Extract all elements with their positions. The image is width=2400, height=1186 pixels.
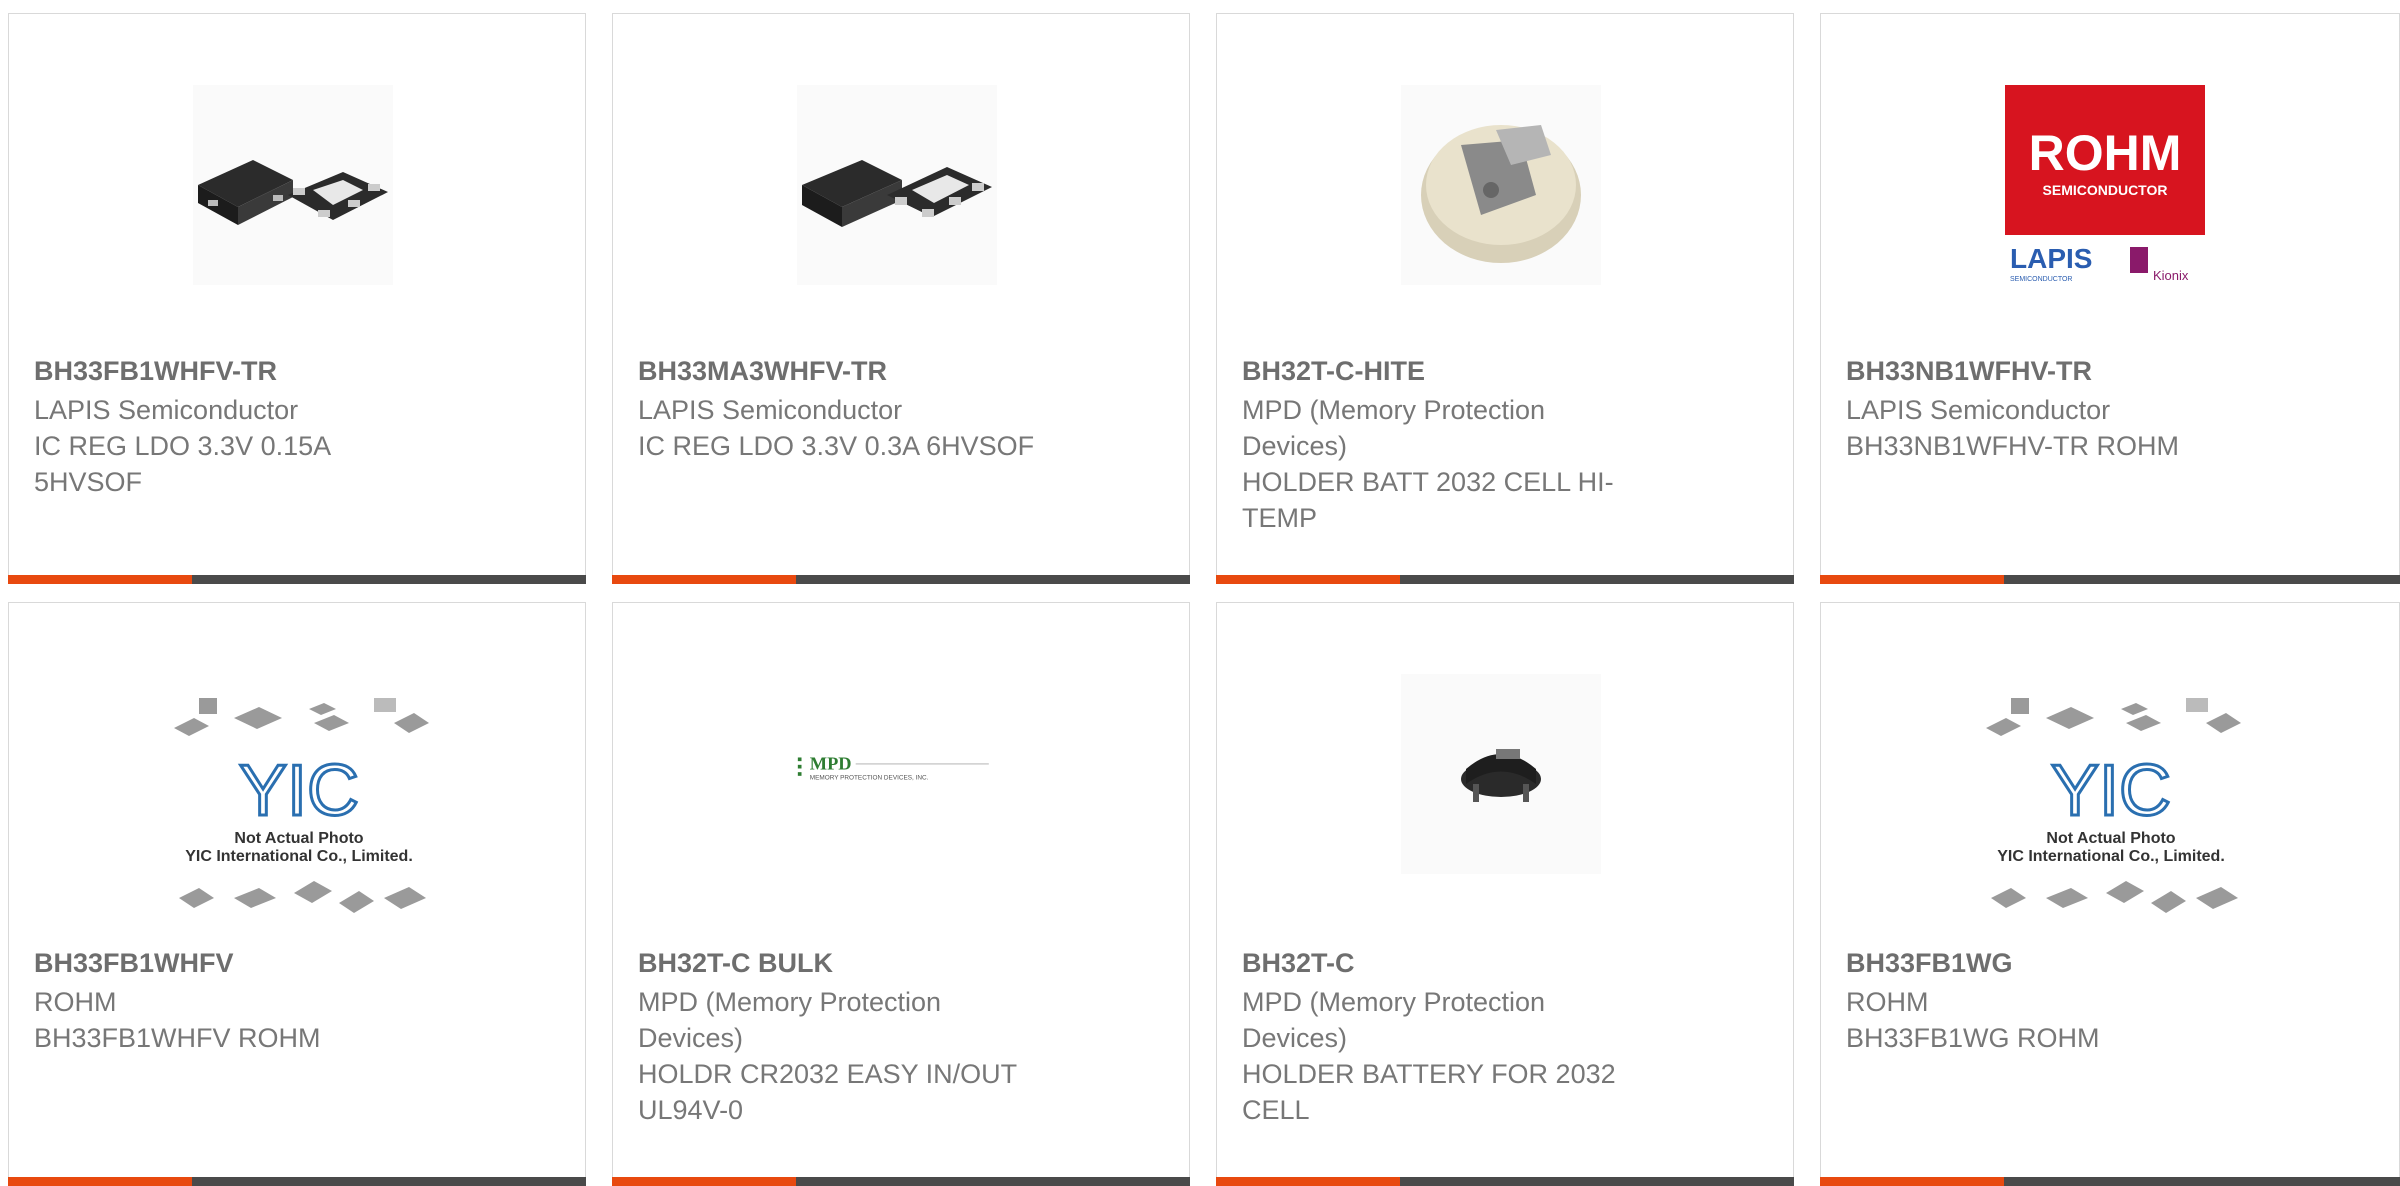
- lapis-brand-text: LAPIS: [2010, 243, 2092, 274]
- battery-holder-icon: [1401, 85, 1601, 285]
- product-description: BH33FB1WG ROHM: [1846, 1023, 2100, 1053]
- product-description: IC REG LDO 3.3V 0.15A 5HVSOF: [34, 431, 330, 497]
- card-bottom-bar: [8, 575, 586, 584]
- lapis-sub-text: SEMICONDUCTOR: [2010, 276, 2072, 283]
- product-description: BH33NB1WFHV-TR ROHM: [1846, 431, 2180, 461]
- card-accent-bar: [1216, 575, 1400, 584]
- yic-line2-text: YIC International Co., Limited.: [1997, 848, 2225, 865]
- card-accent-bar: [612, 1177, 796, 1186]
- product-image[interactable]: [1400, 673, 1602, 875]
- product-card[interactable]: YIC Not Actual Photo YIC International C…: [8, 602, 586, 1186]
- card-accent-bar: [8, 1177, 192, 1186]
- ic-package-icon: [797, 85, 997, 285]
- ic-package-icon: [193, 85, 393, 285]
- part-number-link[interactable]: BH32T-C BULK: [638, 946, 1058, 980]
- product-image[interactable]: [796, 84, 998, 286]
- card-accent-bar: [8, 575, 192, 584]
- card-bottom-bar: [8, 1177, 586, 1186]
- yic-placeholder-icon: YIC Not Actual Photo YIC International C…: [1976, 693, 2246, 933]
- card-accent-bar: [1820, 575, 2004, 584]
- manufacturer-name: LAPIS Semiconductor: [1846, 395, 2111, 425]
- part-number-link[interactable]: BH33FB1WHFV-TR: [34, 354, 454, 388]
- yic-brand-text: YIC: [239, 751, 359, 831]
- yic-line1-text: Not Actual Photo: [2046, 830, 2175, 847]
- part-number-link[interactable]: BH33FB1WHFV: [34, 946, 454, 980]
- card-accent-bar: [612, 575, 796, 584]
- product-image[interactable]: YIC Not Actual Photo YIC International C…: [164, 693, 434, 933]
- battery-holder-icon: [1401, 674, 1601, 874]
- kionix-text: Kionix: [2153, 268, 2189, 283]
- product-description: HOLDER BATT 2032 CELL HI-TEMP: [1242, 467, 1614, 533]
- product-description: HOLDR CR2032 EASY IN/OUT UL94V-0: [638, 1059, 1017, 1125]
- product-image[interactable]: ROHM SEMICONDUCTOR LAPIS SEMICONDUCTOR K…: [2004, 84, 2206, 286]
- part-number-link[interactable]: BH33MA3WHFV-TR: [638, 354, 1058, 388]
- manufacturer-name: MPD (Memory Protection Devices): [1242, 395, 1546, 461]
- yic-line1-text: Not Actual Photo: [234, 830, 363, 847]
- product-description: HOLDER BATTERY FOR 2032 CELL: [1242, 1059, 1616, 1125]
- product-card[interactable]: ROHM SEMICONDUCTOR LAPIS SEMICONDUCTOR K…: [1820, 13, 2400, 584]
- mpd-brand-text: MPD: [810, 753, 852, 773]
- card-bottom-bar: [1820, 575, 2400, 584]
- manufacturer-name: LAPIS Semiconductor: [34, 395, 299, 425]
- card-accent-bar: [1216, 1177, 1400, 1186]
- product-card[interactable]: BH32T-C MPD (Memory Protection Devices) …: [1216, 602, 1794, 1186]
- product-image[interactable]: YIC Not Actual Photo YIC International C…: [1976, 693, 2246, 933]
- product-card[interactable]: MPD MEMORY PROTECTION DEVICES, INC. BH32…: [612, 602, 1190, 1186]
- manufacturer-name: MPD (Memory Protection Devices): [638, 987, 942, 1053]
- product-image[interactable]: [1400, 84, 1602, 286]
- card-bottom-bar: [1216, 1177, 1794, 1186]
- manufacturer-name: MPD (Memory Protection Devices): [1242, 987, 1546, 1053]
- part-number-link[interactable]: BH32T-C: [1242, 946, 1662, 980]
- product-description: IC REG LDO 3.3V 0.3A 6HVSOF: [638, 431, 1035, 461]
- card-bottom-bar: [612, 575, 1190, 584]
- product-card[interactable]: BH33MA3WHFV-TR LAPIS Semiconductor IC RE…: [612, 13, 1190, 584]
- manufacturer-name: ROHM: [1846, 987, 1929, 1017]
- rohm-sub-text: SEMICONDUCTOR: [2043, 182, 2168, 198]
- card-bottom-bar: [1216, 575, 1794, 584]
- product-description: BH33FB1WHFV ROHM: [34, 1023, 321, 1053]
- yic-placeholder-icon: YIC Not Actual Photo YIC International C…: [164, 693, 434, 933]
- product-image[interactable]: [192, 84, 394, 286]
- product-card[interactable]: BH33FB1WHFV-TR LAPIS Semiconductor IC RE…: [8, 13, 586, 584]
- rohm-logo-icon: ROHM SEMICONDUCTOR LAPIS SEMICONDUCTOR K…: [2005, 85, 2205, 285]
- card-bottom-bar: [1820, 1177, 2400, 1186]
- card-bottom-bar: [612, 1177, 1190, 1186]
- card-accent-bar: [1820, 1177, 2004, 1186]
- manufacturer-name: ROHM: [34, 987, 117, 1017]
- product-card[interactable]: YIC Not Actual Photo YIC International C…: [1820, 602, 2400, 1186]
- part-number-link[interactable]: BH33FB1WG: [1846, 946, 2266, 980]
- part-number-link[interactable]: BH32T-C-HITE: [1242, 354, 1662, 388]
- yic-line2-text: YIC International Co., Limited.: [185, 848, 413, 865]
- yic-brand-text: YIC: [2051, 751, 2171, 831]
- product-image[interactable]: MPD MEMORY PROTECTION DEVICES, INC.: [796, 673, 998, 875]
- rohm-brand-text: ROHM: [2029, 125, 2182, 181]
- mpd-logo-icon: MPD MEMORY PROTECTION DEVICES, INC.: [796, 682, 998, 866]
- part-number-link[interactable]: BH33NB1WFHV-TR: [1846, 354, 2266, 388]
- mpd-sub-text: MEMORY PROTECTION DEVICES, INC.: [810, 775, 929, 782]
- manufacturer-name: LAPIS Semiconductor: [638, 395, 903, 425]
- product-card[interactable]: BH32T-C-HITE MPD (Memory Protection Devi…: [1216, 13, 1794, 584]
